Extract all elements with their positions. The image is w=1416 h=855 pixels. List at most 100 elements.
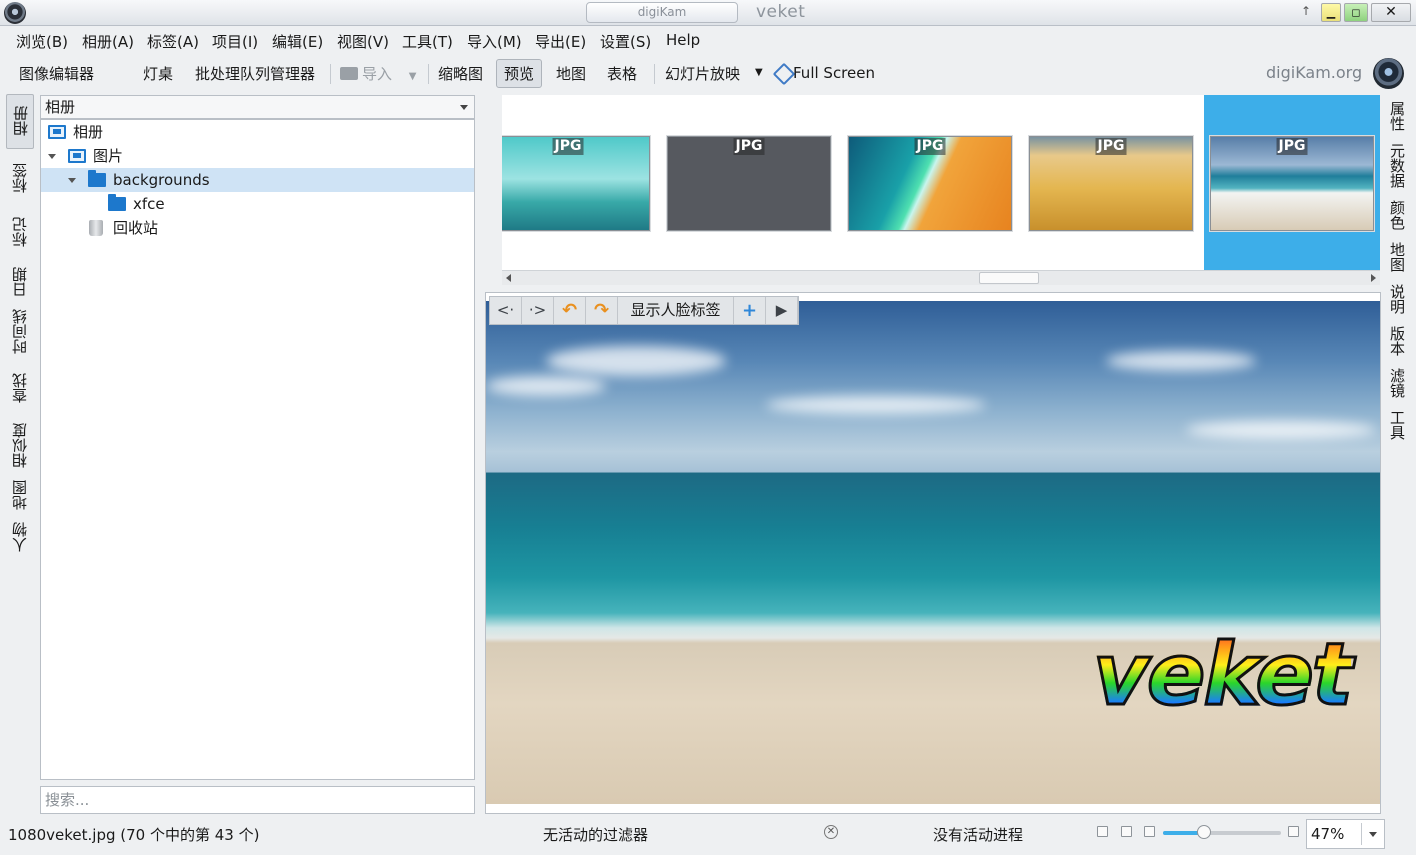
tree-node-backgrounds[interactable]: backgrounds <box>41 168 474 192</box>
tree-node-xfce[interactable]: xfce <box>41 192 474 216</box>
thumbnail[interactable]: JPG <box>848 136 1012 231</box>
tab-tags[interactable]: 标签 <box>6 152 34 204</box>
menu-browse[interactable]: 浏览(B) <box>16 31 68 52</box>
toolbar-separator <box>428 64 429 84</box>
chevron-down-icon <box>460 105 468 110</box>
tab-timeline[interactable]: 时间线 <box>6 304 34 359</box>
previous-image-icon[interactable]: <· <box>490 297 522 324</box>
fullscreen-icon <box>773 63 791 81</box>
zoom-slider-handle[interactable] <box>1197 825 1212 839</box>
fullscreen-button[interactable]: Full Screen <box>773 63 875 82</box>
maximize-button[interactable]: ◻ <box>1344 3 1368 22</box>
filter-status-text[interactable]: 无活动的过滤器 <box>543 824 648 845</box>
scroll-right-icon[interactable] <box>1371 274 1376 282</box>
tree-node-albums-root[interactable]: 相册 <box>41 120 474 144</box>
menu-tools[interactable]: 工具(T) <box>402 31 453 52</box>
window-tab[interactable]: digiKam <box>586 2 738 23</box>
tab-albums[interactable]: 相册 <box>6 94 34 149</box>
tree-node-trash[interactable]: 回收站 <box>41 216 474 240</box>
tab-map[interactable]: 地图 <box>6 475 34 515</box>
expand-arrow-icon[interactable] <box>68 178 76 183</box>
tab-tools[interactable]: 工具 <box>1383 405 1411 445</box>
tab-captions[interactable]: 说明 <box>1383 279 1411 319</box>
zoom-100-icon[interactable] <box>1121 826 1132 837</box>
add-face-tag-icon[interactable]: + <box>734 297 766 324</box>
digikam-brand-link[interactable]: digiKam.org <box>1266 63 1362 82</box>
image-editor-button[interactable]: 图像编辑器 <box>19 63 94 84</box>
zoom-fit-icon[interactable] <box>1097 826 1108 837</box>
import-dropdown-icon[interactable]: ▼ <box>409 71 417 82</box>
thumbnail[interactable]: JPG <box>667 136 831 231</box>
tab-similarity[interactable]: 相似度 <box>6 418 34 473</box>
close-button[interactable]: ✕ <box>1371 3 1411 22</box>
table-view-button[interactable]: 表格 <box>607 63 637 84</box>
trash-icon <box>89 220 103 236</box>
status-bar: 1080veket.jpg (70 个中的第 43 个) 无活动的过滤器 ✕ 没… <box>0 816 1416 855</box>
slideshow-dropdown-icon[interactable]: ▼ <box>755 67 763 78</box>
zoom-level-value: 47% <box>1311 825 1345 843</box>
tab-map-right[interactable]: 地图 <box>1383 237 1411 277</box>
keep-above-icon[interactable]: ↑ <box>1301 4 1311 18</box>
menu-view[interactable]: 视图(V) <box>337 31 389 52</box>
image-preview[interactable] <box>486 301 1380 804</box>
camera-icon <box>340 67 358 80</box>
slideshow-button[interactable]: 幻灯片放映 <box>665 63 740 84</box>
tab-filters[interactable]: 滤镜 <box>1383 363 1411 403</box>
menu-tags[interactable]: 标签(A) <box>147 31 199 52</box>
fullscreen-label: Full Screen <box>793 64 875 82</box>
next-image-icon[interactable]: ·> <box>522 297 554 324</box>
menu-edit[interactable]: 编辑(E) <box>272 31 323 52</box>
folder-icon <box>88 170 106 187</box>
album-icon <box>48 125 66 139</box>
clear-filter-icon[interactable]: ✕ <box>824 825 838 839</box>
thumbnails-view-button[interactable]: 缩略图 <box>438 63 483 84</box>
preview-view-button[interactable]: 预览 <box>496 59 543 88</box>
thumbnail[interactable]: JPG <box>502 136 650 231</box>
tree-node-pictures[interactable]: 图片 <box>41 144 474 168</box>
combo-divider <box>1361 823 1362 845</box>
preview-overlay-toolbar: <· ·> ↶ ↷ 显示人脸标签 + ▶ <box>489 296 799 325</box>
thumbnail-strip: JPG JPG JPG JPG JPG <box>502 95 1380 270</box>
scrollbar-handle[interactable] <box>979 272 1039 284</box>
thumbnail-scrollbar[interactable] <box>502 270 1380 285</box>
digikam-app-icon[interactable] <box>4 2 26 24</box>
tab-properties[interactable]: 属性 <box>1383 96 1411 136</box>
scroll-left-icon[interactable] <box>506 274 511 282</box>
expand-arrow-icon[interactable] <box>48 154 56 159</box>
album-combo-label: 相册 <box>45 98 76 116</box>
tab-search[interactable]: 查找 <box>6 361 34 416</box>
menu-export[interactable]: 导出(E) <box>535 31 586 52</box>
tab-metadata[interactable]: 元数据 <box>1383 138 1411 193</box>
menu-album[interactable]: 相册(A) <box>82 31 134 52</box>
batch-queue-button[interactable]: 批处理队列管理器 <box>195 63 315 84</box>
tab-versions[interactable]: 版本 <box>1383 321 1411 361</box>
tab-people[interactable]: 人物 <box>6 517 34 557</box>
rotate-right-icon[interactable]: ↷ <box>586 297 618 324</box>
left-sidebar-tabs: 相册 标签 标记 日期 时间线 查找 相似度 地图 人物 <box>6 94 34 814</box>
thumbnail-selected[interactable]: JPG <box>1210 136 1374 231</box>
rotate-left-icon[interactable]: ↶ <box>554 297 586 324</box>
tree-node-label: xfce <box>133 195 165 213</box>
album-view-combo[interactable]: 相册 <box>40 95 475 119</box>
zoom-out-icon[interactable] <box>1144 826 1155 837</box>
tab-dates[interactable]: 日期 <box>6 262 34 302</box>
zoom-level-combo[interactable]: 47% <box>1306 819 1385 849</box>
menu-settings[interactable]: 设置(S) <box>600 31 651 52</box>
album-search-input[interactable] <box>40 786 475 814</box>
zoom-in-icon[interactable] <box>1288 826 1299 837</box>
light-table-button[interactable]: 灯桌 <box>143 63 173 84</box>
file-type-badge: JPG <box>733 138 765 155</box>
map-view-button[interactable]: 地图 <box>556 63 586 84</box>
thumbnail[interactable]: JPG <box>1029 136 1193 231</box>
zoom-slider[interactable] <box>1163 825 1281 839</box>
minimize-button[interactable]: ▁ <box>1321 3 1341 22</box>
menu-help[interactable]: Help <box>666 31 700 49</box>
tab-colors[interactable]: 颜色 <box>1383 195 1411 235</box>
tab-labels[interactable]: 标记 <box>6 206 34 258</box>
album-tree: 相册 图片 backgrounds xfce 回收站 <box>40 119 475 780</box>
play-slideshow-icon[interactable]: ▶ <box>766 297 798 324</box>
menu-item[interactable]: 项目(I) <box>212 31 258 52</box>
import-button[interactable]: 导入 ▼ <box>340 63 417 84</box>
show-face-tags-button[interactable]: 显示人脸标签 <box>618 297 734 324</box>
menu-import[interactable]: 导入(M) <box>467 31 522 52</box>
